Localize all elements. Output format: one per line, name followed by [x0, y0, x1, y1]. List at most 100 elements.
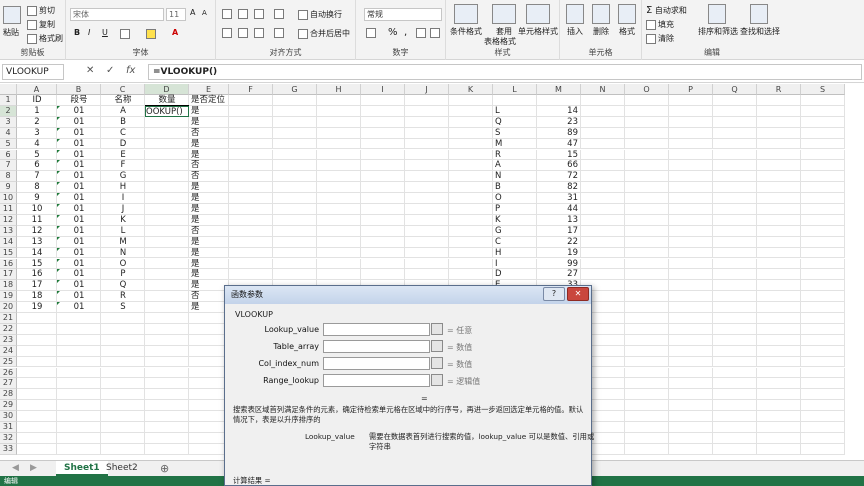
- grid-cell[interactable]: [801, 193, 845, 204]
- grid-cell[interactable]: [273, 127, 317, 139]
- grid-cell[interactable]: [189, 323, 229, 335]
- grid-cell[interactable]: [801, 356, 845, 368]
- grid-cell[interactable]: [757, 204, 801, 215]
- grid-cell[interactable]: [713, 323, 757, 335]
- grid-cell[interactable]: [17, 356, 57, 368]
- grid-cell[interactable]: [229, 225, 273, 237]
- name-cell[interactable]: H: [101, 182, 145, 193]
- column-header[interactable]: S: [801, 84, 845, 95]
- row-header[interactable]: 20: [0, 302, 17, 313]
- grid-cell[interactable]: [713, 236, 757, 248]
- grid-cell[interactable]: [669, 247, 713, 259]
- grid-cell[interactable]: [273, 204, 317, 215]
- seg-cell[interactable]: 01: [57, 182, 101, 193]
- tab-sheet2[interactable]: Sheet2: [98, 461, 146, 476]
- formula-input[interactable]: =VLOOKUP(): [148, 64, 862, 80]
- column-header[interactable]: N: [581, 84, 625, 95]
- column-header[interactable]: J: [405, 84, 449, 95]
- grid-cell[interactable]: [145, 149, 189, 161]
- grid-cell[interactable]: [101, 443, 145, 455]
- collapse-range-icon[interactable]: [431, 340, 443, 352]
- grid-cell[interactable]: [669, 389, 713, 401]
- lookup-value-cell[interactable]: 31: [537, 193, 581, 204]
- located-cell[interactable]: 是: [189, 182, 229, 193]
- grid-cell[interactable]: [317, 214, 361, 226]
- grid-cell[interactable]: [625, 280, 669, 292]
- grid-cell[interactable]: [625, 116, 669, 128]
- grid-cell[interactable]: [757, 411, 801, 422]
- grid-cell[interactable]: [713, 160, 757, 172]
- header-seg-cell[interactable]: 段号: [57, 95, 101, 106]
- grid-cell[interactable]: [801, 116, 845, 128]
- grid-cell[interactable]: [625, 160, 669, 172]
- collapse-range-icon[interactable]: [431, 323, 443, 335]
- grid-cell[interactable]: [757, 127, 801, 139]
- grid-cell[interactable]: [801, 149, 845, 161]
- header-name-cell[interactable]: 名称: [101, 95, 145, 106]
- grid-cell[interactable]: [581, 258, 625, 270]
- grid-cell[interactable]: [757, 182, 801, 194]
- row-header[interactable]: 15: [0, 247, 17, 259]
- grid-cell[interactable]: [625, 138, 669, 150]
- grid-cell[interactable]: [189, 432, 229, 444]
- grid-cell[interactable]: [317, 225, 361, 237]
- grid-cell[interactable]: [189, 400, 229, 412]
- grid-cell[interactable]: [757, 236, 801, 248]
- grid-cell[interactable]: [757, 323, 801, 335]
- grid-cell[interactable]: [625, 204, 669, 215]
- grid-cell[interactable]: [581, 204, 625, 215]
- grid-cell[interactable]: [361, 214, 405, 226]
- lookup-key-cell[interactable]: R: [493, 150, 537, 161]
- grid-cell[interactable]: [145, 367, 189, 379]
- row-header[interactable]: 5: [0, 138, 17, 150]
- grid-cell[interactable]: [669, 138, 713, 150]
- grid-cell[interactable]: [229, 236, 273, 248]
- grid-cell[interactable]: [361, 182, 405, 194]
- grid-cell[interactable]: [757, 149, 801, 161]
- located-cell[interactable]: 否: [189, 160, 229, 171]
- grid-cell[interactable]: [669, 313, 713, 324]
- id-cell[interactable]: 3: [17, 128, 57, 139]
- grid-cell[interactable]: [405, 138, 449, 150]
- id-cell[interactable]: 8: [17, 182, 57, 193]
- grid-cell[interactable]: [757, 389, 801, 401]
- grid-cell[interactable]: [625, 105, 669, 117]
- grid-cell[interactable]: [145, 247, 189, 259]
- grid-cell[interactable]: [57, 334, 101, 346]
- conditional-format-icon[interactable]: [454, 4, 478, 24]
- grid-cell[interactable]: [17, 443, 57, 455]
- grid-cell[interactable]: [581, 127, 625, 139]
- column-header[interactable]: H: [317, 84, 361, 95]
- grid-cell[interactable]: [57, 345, 101, 357]
- grid-cell[interactable]: [801, 345, 845, 357]
- grid-cell[interactable]: [757, 367, 801, 379]
- grid-cell[interactable]: [273, 214, 317, 226]
- grid-cell[interactable]: [405, 171, 449, 183]
- name-cell[interactable]: K: [101, 215, 145, 226]
- font-size-select[interactable]: 11: [166, 8, 186, 21]
- grid-cell[interactable]: [361, 116, 405, 128]
- grid-cell[interactable]: [713, 127, 757, 139]
- grid-cell[interactable]: [229, 160, 273, 172]
- row-header[interactable]: 4: [0, 127, 17, 139]
- id-cell[interactable]: 18: [17, 291, 57, 302]
- grid-cell[interactable]: [57, 443, 101, 455]
- grid-cell[interactable]: [801, 105, 845, 117]
- grid-cell[interactable]: [581, 95, 625, 106]
- add-sheet-icon[interactable]: ⊕: [152, 461, 177, 476]
- grid-cell[interactable]: [801, 269, 845, 281]
- grid-cell[interactable]: [757, 313, 801, 324]
- name-cell[interactable]: M: [101, 237, 145, 248]
- grid-cell[interactable]: [801, 182, 845, 194]
- grid-cell[interactable]: [101, 378, 145, 390]
- grid-cell[interactable]: [625, 411, 669, 422]
- grid-cell[interactable]: [625, 269, 669, 281]
- grid-cell[interactable]: [317, 116, 361, 128]
- grid-cell[interactable]: [669, 149, 713, 161]
- grid-cell[interactable]: [145, 258, 189, 270]
- grid-cell[interactable]: [669, 443, 713, 455]
- grid-cell[interactable]: [229, 171, 273, 183]
- grid-cell[interactable]: [669, 95, 713, 106]
- grid-cell[interactable]: [801, 171, 845, 183]
- located-cell[interactable]: 是: [189, 193, 229, 204]
